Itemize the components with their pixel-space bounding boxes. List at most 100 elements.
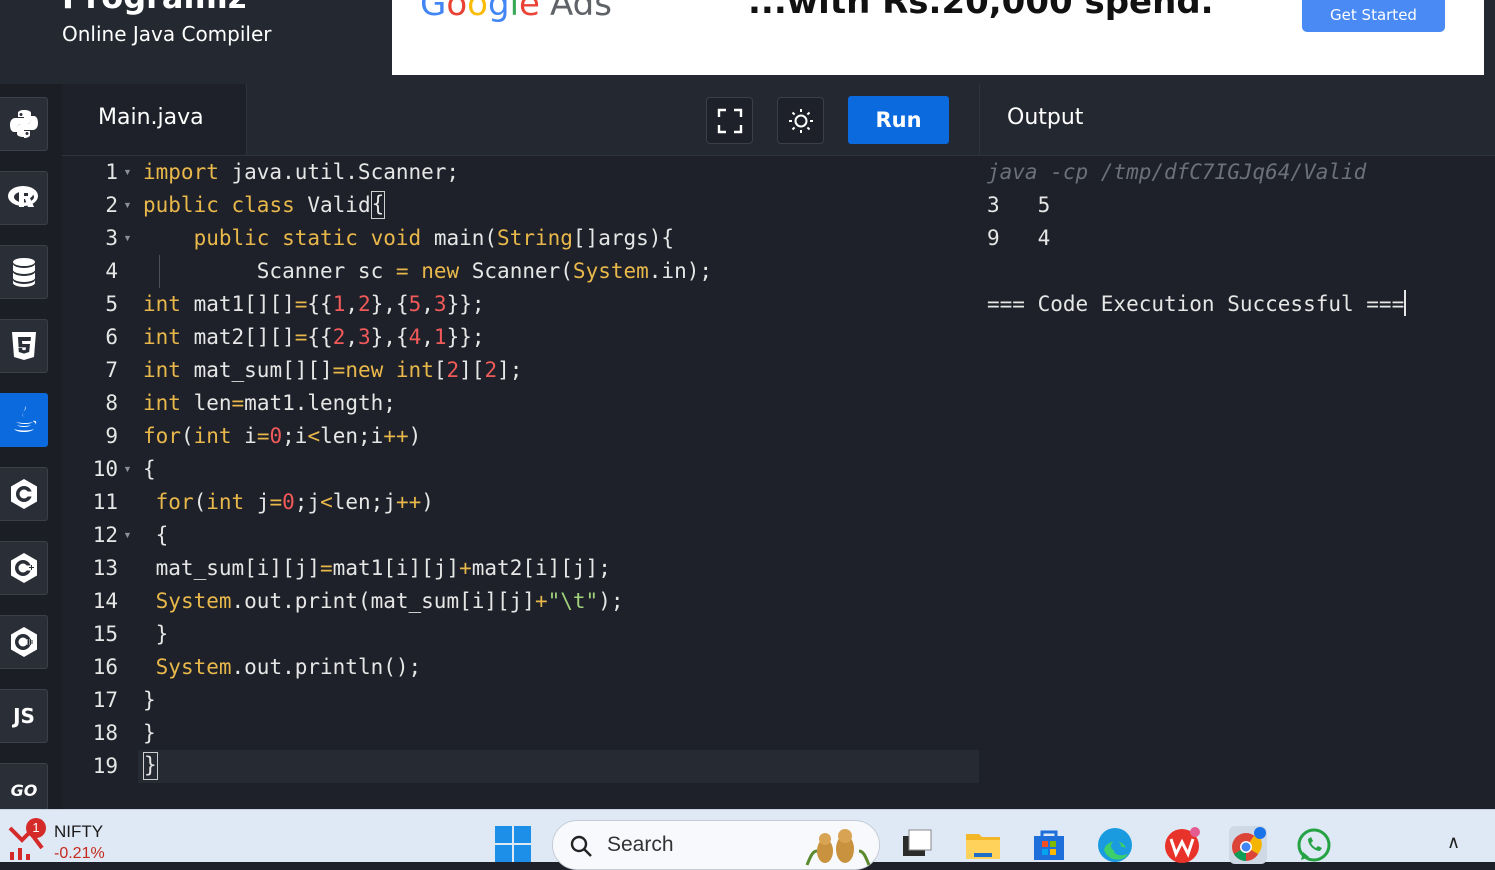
line-number: 16	[92, 655, 118, 679]
go-label: GO	[10, 780, 38, 800]
page-title: Online Java Compiler	[62, 22, 272, 46]
line-number: 6	[105, 325, 118, 349]
code-line: {	[143, 523, 169, 547]
wps-office-icon[interactable]	[1163, 826, 1201, 864]
line-number: 13	[92, 556, 118, 580]
output-title: Output	[1007, 105, 1084, 130]
microsoft-store-icon[interactable]	[1030, 826, 1068, 864]
sidebar-item-js[interactable]: JS	[0, 689, 48, 743]
cpp-icon	[11, 553, 37, 583]
line-number: 9	[105, 424, 118, 448]
line-number: 8	[105, 391, 118, 415]
ad-get-started-button[interactable]: Get Started	[1302, 0, 1445, 32]
search-label: Search	[607, 833, 674, 856]
sidebar-item-r[interactable]	[0, 171, 48, 225]
code-line: {	[143, 457, 156, 481]
file-explorer-icon[interactable]	[964, 826, 1002, 864]
edge-icon[interactable]	[1096, 826, 1134, 864]
code-line: int mat2[][]={{2,3},{4,1}};	[143, 325, 485, 349]
code-line: mat_sum[i][j]=mat1[i][j]+mat2[i][j];	[143, 556, 611, 580]
search-highlight-icon	[805, 829, 871, 866]
line-number: 11	[92, 490, 118, 514]
nifty-change: -0.21%	[54, 845, 105, 862]
database-icon	[13, 258, 35, 287]
line-number: 4	[105, 259, 118, 283]
active-line-highlight	[138, 750, 979, 783]
line-number: 7	[105, 358, 118, 382]
js-label: JS	[13, 704, 35, 728]
code-line: public class Valid{	[143, 191, 386, 219]
code-line: for(int j=0;j<len;j++)	[155, 490, 434, 514]
chevron-up-icon[interactable]: ∧	[1447, 832, 1460, 853]
task-view-icon[interactable]	[897, 826, 935, 864]
code-line: }	[143, 721, 156, 745]
notification-badge: 1	[26, 818, 46, 838]
line-number: 5	[105, 292, 118, 316]
code-line: int mat_sum[][]=new int[2][2];	[143, 358, 523, 382]
code-line: public static void main(String[]args){	[193, 226, 675, 250]
theme-toggle-button[interactable]	[777, 97, 824, 144]
code-line: System.out.print(mat_sum[i][j]+"\t");	[155, 589, 624, 613]
nifty-label[interactable]: NIFTY	[54, 822, 103, 842]
fold-arrow-icon[interactable]: ▼	[123, 222, 132, 255]
taskbar-search[interactable]: Search	[552, 820, 880, 870]
google-ads-logo: Google Ads	[420, 0, 612, 24]
line-number: 18	[92, 721, 118, 745]
ad-banner[interactable]: Google Ads ...with Rs.20,000 spend. Get S…	[392, 0, 1484, 75]
line-number: 14	[92, 589, 118, 613]
output-panel[interactable]: java -cp /tmp/dfC7IGJq64/Valid 3 5 9 4 =…	[980, 156, 1495, 809]
code-line: }	[143, 688, 156, 712]
output-line: 3 5	[987, 193, 1051, 217]
editor-toolbar: Main.java Run	[62, 84, 979, 156]
sidebar-item-python[interactable]	[0, 97, 48, 151]
output-command: java -cp /tmp/dfC7IGJq64/Valid	[987, 160, 1367, 184]
code-line: System.out.println();	[155, 655, 422, 679]
fold-arrow-icon[interactable]: ▼	[123, 189, 132, 222]
fold-arrow-icon[interactable]: ▼	[123, 156, 132, 189]
search-icon	[570, 835, 592, 857]
code-line: import java.util.Scanner;	[143, 160, 460, 184]
sun-icon	[788, 108, 813, 133]
c-icon	[11, 479, 37, 509]
line-number: 1	[105, 160, 118, 184]
fold-arrow-icon[interactable]: ▼	[123, 453, 132, 486]
python-icon	[10, 110, 38, 138]
run-button[interactable]: Run	[848, 96, 949, 144]
code-editor[interactable]: 1 ▼ 2 ▼ 3 ▼ 4 5 6 7 8 9 10 ▼ 11 12 ▼ 13 14 15 16 17 18 19 impor…	[62, 156, 979, 809]
whatsapp-icon[interactable]	[1295, 826, 1333, 864]
output-header: Output	[979, 84, 1495, 156]
sidebar-item-csharp[interactable]	[0, 615, 48, 669]
r-icon	[8, 186, 38, 207]
windows-start-icon[interactable]	[495, 826, 531, 862]
line-number: 2	[105, 193, 118, 217]
sidebar-item-html[interactable]	[0, 319, 48, 373]
text-cursor	[1404, 290, 1407, 316]
line-number: 10	[92, 457, 118, 481]
tab-main-java[interactable]: Main.java	[62, 84, 247, 155]
line-number: 17	[92, 688, 118, 712]
sidebar-item-cpp[interactable]	[0, 541, 48, 595]
sidebar-item-c[interactable]	[0, 467, 48, 521]
code-line: for(int i=0;i<len;i++)	[143, 424, 422, 448]
output-status-line: === Code Execution Successful ===	[987, 290, 1407, 316]
line-number: 12	[92, 523, 118, 547]
code-line: }	[143, 750, 158, 783]
code-line: Scanner sc = new Scanner(System.in);	[143, 259, 712, 283]
code-line: int len=mat1.length;	[143, 391, 396, 415]
fold-arrow-icon[interactable]: ▼	[123, 519, 132, 552]
fullscreen-button[interactable]	[706, 97, 753, 144]
sidebar-item-sql[interactable]	[0, 245, 48, 299]
windows-taskbar: 1 NIFTY -0.21% Search ∧	[0, 809, 1495, 870]
line-number-gutter: 1 ▼ 2 ▼ 3 ▼ 4 5 6 7 8 9 10 ▼ 11 12 ▼ 13 14 15 16 17 18 19	[62, 156, 138, 809]
chrome-icon[interactable]	[1229, 826, 1267, 864]
brand-title[interactable]: Programiz	[62, 0, 246, 16]
java-icon	[14, 406, 37, 432]
line-number: 19	[92, 754, 118, 778]
output-line: 9 4	[987, 226, 1051, 250]
code-line: int mat1[][]={{1,2},{5,3}};	[143, 292, 485, 316]
ad-headline: ...with Rs.20,000 spend.	[748, 0, 1214, 22]
sidebar-item-java[interactable]	[0, 393, 48, 447]
html5-icon	[12, 332, 36, 360]
tab-label: Main.java	[98, 105, 204, 130]
csharp-icon	[11, 627, 37, 657]
